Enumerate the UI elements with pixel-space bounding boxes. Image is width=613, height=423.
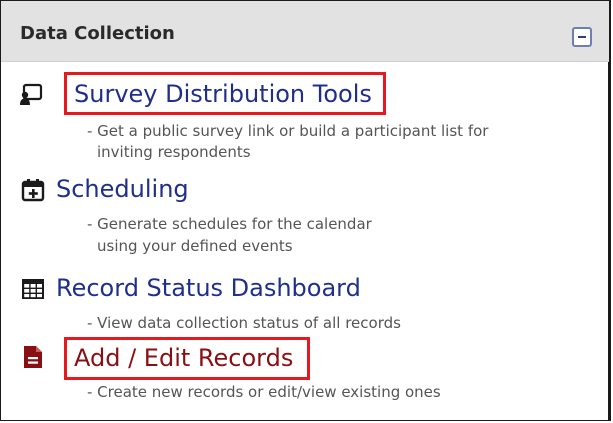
panel-title: Data Collection [20, 23, 175, 44]
table-grid-icon [22, 279, 44, 299]
add-edit-records-link[interactable]: Add / Edit Records [74, 344, 293, 372]
record-status-dashboard-link[interactable]: Record Status Dashboard [56, 274, 361, 302]
survey-distribution-description-line-1: - Get a public survey link or build a pa… [87, 122, 489, 140]
panel-header: Data Collection [1, 1, 609, 62]
survey-distribution-tools-link[interactable]: Survey Distribution Tools [74, 80, 372, 108]
collapse-button[interactable] [572, 27, 592, 47]
scheduling-description-line-2: using your defined events [97, 237, 293, 255]
calendar-plus-icon [21, 179, 45, 202]
data-collection-panel: Data Collection Survey Distribution Tool… [0, 0, 611, 421]
add-edit-records-description: - Create new records or edit/view existi… [87, 383, 441, 401]
record-status-dashboard-description: - View data collection status of all rec… [87, 314, 401, 332]
survey-distribution-icon [20, 83, 43, 105]
file-document-icon [24, 346, 42, 368]
scheduling-link[interactable]: Scheduling [56, 175, 189, 203]
survey-distribution-description-line-2: inviting respondents [97, 143, 251, 161]
scheduling-description-line-1: - Generate schedules for the calendar [87, 215, 372, 233]
